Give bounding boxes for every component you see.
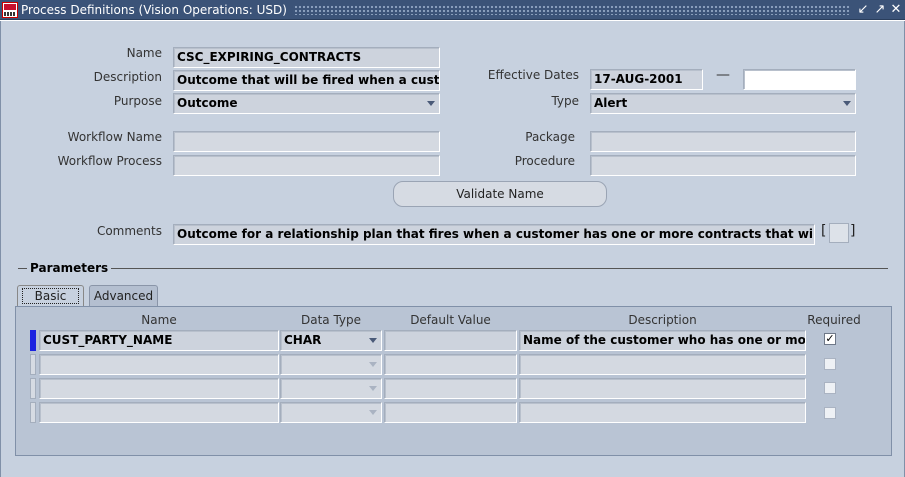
param-name-field[interactable] [39,378,279,399]
edit-bracket-right: ] [850,223,856,239]
procedure-label: Procedure [514,154,575,168]
param-default-value-field[interactable] [384,330,517,351]
workflow-process-field[interactable] [173,155,440,176]
param-description-field[interactable] [519,402,806,423]
parameters-title: Parameters [27,261,112,275]
column-header-required: Required [807,313,861,327]
record-indicator[interactable] [30,354,36,375]
name-label: Name [126,46,162,60]
purpose-label: Purpose [113,94,162,108]
chevron-down-icon [369,410,377,415]
param-required-checkbox[interactable]: ✓ [824,333,836,345]
param-data-type-select[interactable] [280,402,382,423]
restore-icon[interactable]: ↗ [873,2,887,17]
tab-basic[interactable]: Basic [17,285,84,307]
window-titlebar: Process Definitions (Vision Operations: … [0,0,905,20]
package-field[interactable] [590,131,856,152]
column-header-data-type: Data Type [300,313,362,327]
param-required-checkbox[interactable] [824,407,836,419]
param-default-value-field[interactable] [384,402,517,423]
close-icon[interactable]: ✕ [889,2,903,17]
minimize-icon[interactable]: ↙ [856,2,870,17]
procedure-field[interactable] [590,155,856,176]
package-label: Package [525,130,575,144]
workflow-name-label: Workflow Name [67,130,162,144]
param-required-checkbox[interactable] [824,358,836,370]
chevron-down-icon [369,386,377,391]
param-name-field[interactable]: CUST_PARTY_NAME [39,330,279,351]
workflow-name-field[interactable] [173,131,440,152]
param-default-value-field[interactable] [384,378,517,399]
description-label: Description [93,70,162,84]
param-description-field[interactable] [519,354,806,375]
validate-name-button[interactable]: Validate Name [393,181,607,207]
comments-field[interactable]: Outcome for a relationship plan that fir… [173,224,815,245]
tab-advanced[interactable]: Advanced [89,285,158,307]
record-indicator-current[interactable] [30,330,36,351]
param-default-value-field[interactable] [384,354,517,375]
purpose-select[interactable]: Outcome [173,93,440,114]
description-field[interactable]: Outcome that will be fired when a custom… [173,70,440,91]
param-required-checkbox[interactable] [824,382,836,394]
param-data-type-value: CHAR [284,333,322,347]
param-data-type-select[interactable]: CHAR [280,330,382,351]
titlebar-grip [278,5,850,15]
column-header-name: Name [141,313,177,327]
edit-bracket-left: [ [821,223,827,239]
window-title: Process Definitions (Vision Operations: … [21,3,293,17]
comments-label: Comments [96,224,162,238]
comments-edit-button[interactable] [829,223,849,243]
param-data-type-select[interactable] [280,378,382,399]
tab-basic-label: Basic [21,288,80,304]
record-indicator[interactable] [30,378,36,399]
param-name-field[interactable] [39,402,279,423]
effective-from-field[interactable]: 17-AUG-2001 [590,69,703,90]
parameters-divider [18,268,888,269]
oracle-app-icon [2,2,18,18]
column-header-default-value: Default Value [410,313,491,327]
param-description-field[interactable] [519,378,806,399]
effective-dates-label: Effective Dates [487,68,579,82]
purpose-value: Outcome [177,96,238,110]
record-indicator[interactable] [30,402,36,423]
chevron-down-icon [427,101,435,106]
type-value: Alert [594,96,628,110]
chevron-down-icon [369,338,377,343]
effective-to-field[interactable] [743,69,856,90]
param-description-field[interactable]: Name of the customer who has one or more… [519,330,806,351]
chevron-down-icon [369,362,377,367]
param-data-type-select[interactable] [280,354,382,375]
workflow-process-label: Workflow Process [57,154,162,168]
tab-advanced-label: Advanced [93,289,154,303]
column-header-description: Description [628,313,697,327]
effective-dates-separator: — [716,67,730,83]
param-name-field[interactable] [39,354,279,375]
chevron-down-icon [843,101,851,106]
name-field[interactable]: CSC_EXPIRING_CONTRACTS [173,47,440,68]
type-label: Type [551,94,579,108]
type-select[interactable]: Alert [590,93,856,114]
